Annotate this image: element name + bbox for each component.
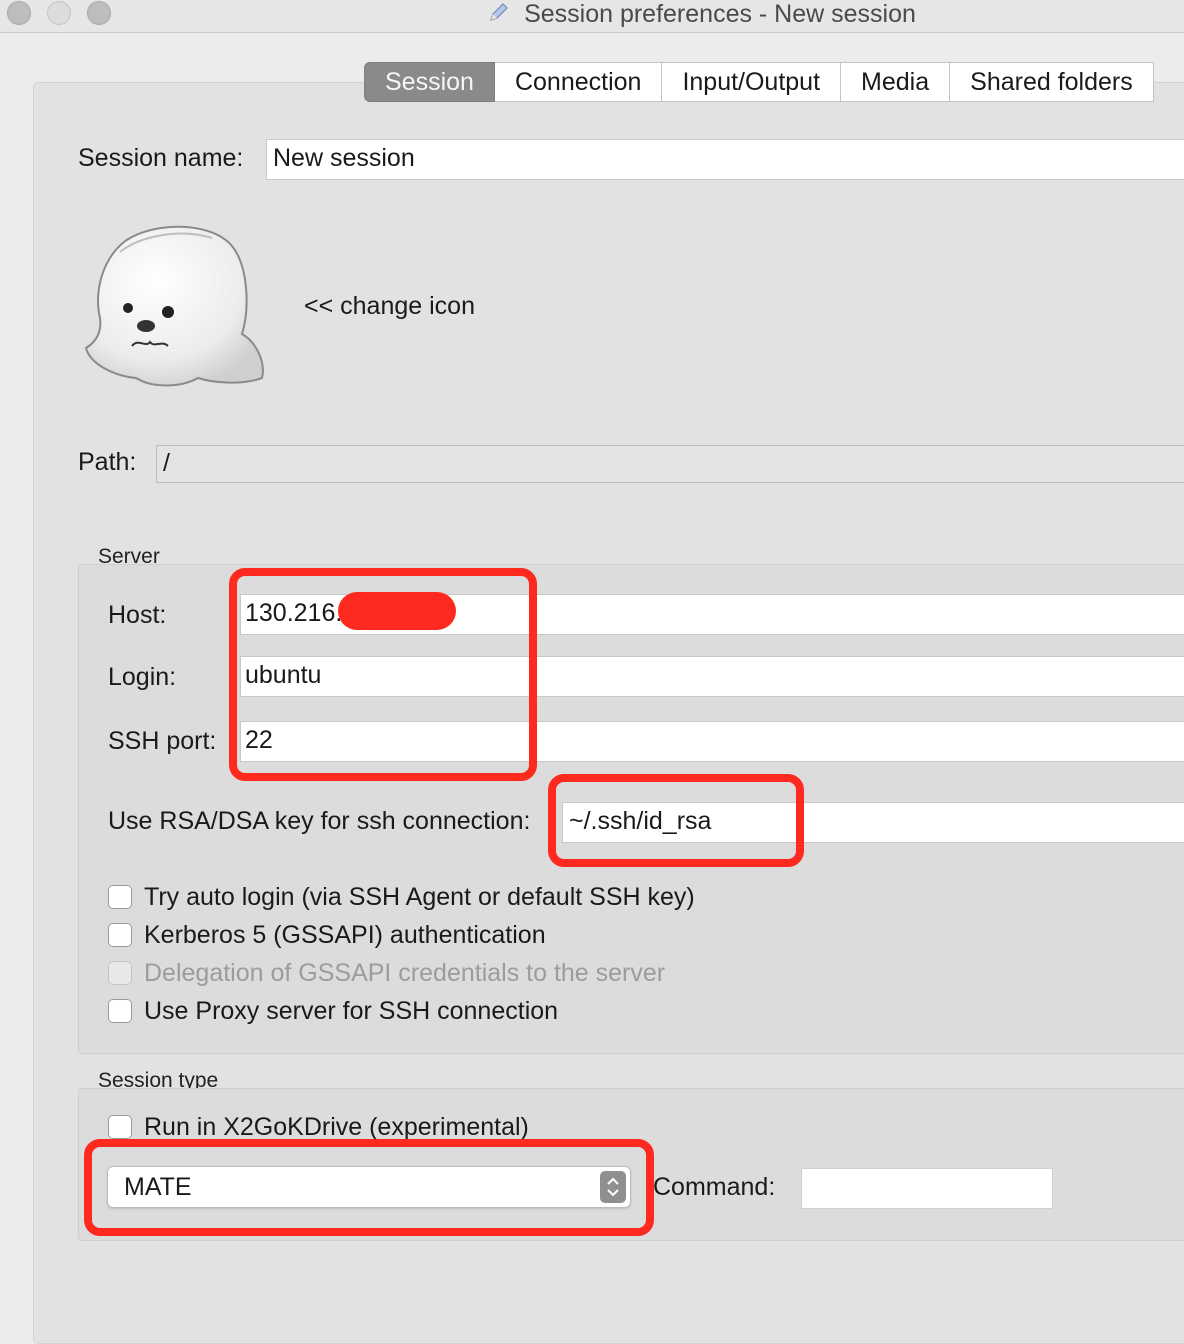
host-label: Host: [108, 601, 167, 629]
seal-icon[interactable] [80, 222, 270, 394]
annotation-box-rsa-key [548, 774, 804, 867]
window-title: Session preferences - New session [0, 0, 1184, 28]
kerberos-checkbox[interactable] [108, 923, 132, 947]
gssapi-delegation-checkbox [108, 961, 132, 985]
tab-connection[interactable]: Connection [494, 62, 663, 102]
kdrive-label: Run in X2GoKDrive (experimental) [144, 1112, 529, 1141]
ssh-port-label: SSH port: [108, 727, 217, 755]
path-field: / [156, 445, 1184, 483]
session-name-input[interactable]: New session [266, 139, 1184, 180]
change-icon-label[interactable]: << change icon [304, 291, 475, 321]
command-input[interactable] [801, 1168, 1053, 1209]
kdrive-checkbox[interactable] [108, 1115, 132, 1139]
kerberos-label: Kerberos 5 (GSSAPI) authentication [144, 920, 546, 949]
path-label: Path: [78, 448, 137, 476]
auto-login-label: Try auto login (via SSH Agent or default… [144, 882, 695, 911]
annotation-box-session-type [84, 1139, 654, 1236]
proxy-checkbox[interactable] [108, 999, 132, 1023]
proxy-label: Use Proxy server for SSH connection [144, 996, 559, 1025]
login-label: Login: [108, 663, 177, 691]
rsa-key-label: Use RSA/DSA key for ssh connection: [108, 807, 531, 835]
tab-bar: Session Connection Input/Output Media Sh… [364, 62, 1154, 102]
window-title-text: Session preferences - New session [524, 0, 916, 28]
tab-input-output[interactable]: Input/Output [662, 62, 842, 102]
auto-login-checkbox[interactable] [108, 885, 132, 909]
title-bar: Session preferences - New session [0, 0, 1184, 33]
tab-media[interactable]: Media [841, 62, 951, 102]
proxy-option[interactable]: Use Proxy server for SSH connection [108, 994, 695, 1028]
tab-session[interactable]: Session [364, 62, 495, 102]
annotation-box-host-login-port [229, 568, 537, 781]
session-name-label: Session name: [78, 144, 244, 172]
auto-login-option[interactable]: Try auto login (via SSH Agent or default… [108, 880, 695, 914]
tab-shared-folders[interactable]: Shared folders [950, 62, 1154, 102]
gssapi-delegation-label: Delegation of GSSAPI credentials to the … [144, 958, 666, 987]
gssapi-delegation-option: Delegation of GSSAPI credentials to the … [108, 956, 695, 990]
pencil-icon [488, 1, 510, 29]
kerberos-option[interactable]: Kerberos 5 (GSSAPI) authentication [108, 918, 695, 952]
command-label: Command: [653, 1173, 776, 1201]
server-options: Try auto login (via SSH Agent or default… [108, 880, 695, 1028]
